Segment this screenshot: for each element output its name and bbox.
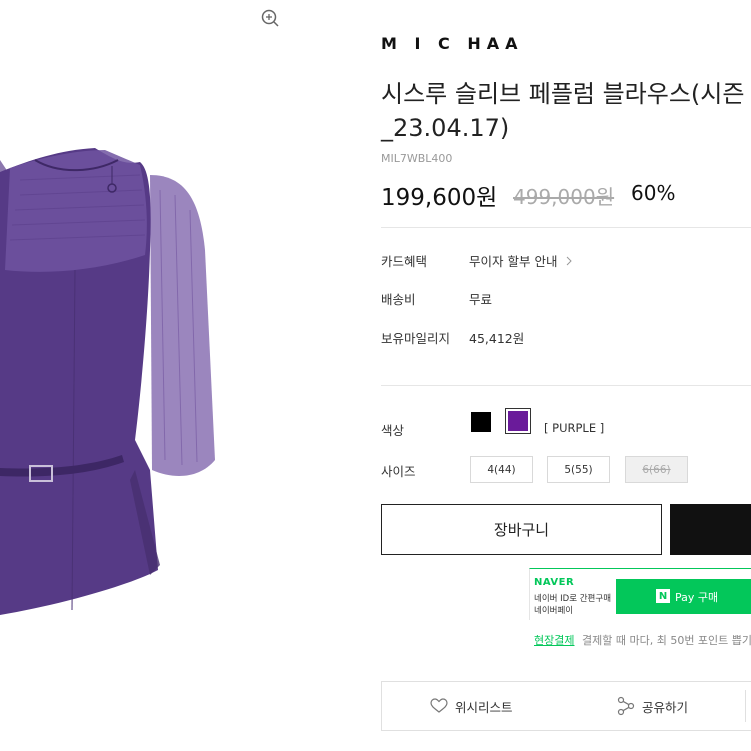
original-price: 499,000원 [513, 185, 615, 209]
add-to-cart-button[interactable]: 장바구니 [381, 504, 662, 555]
action-divider [745, 690, 746, 722]
product-title: 시스루 슬리브 페플럼 블라우스(시즌 [381, 80, 745, 108]
divider [381, 385, 751, 386]
share-label: 공유하기 [642, 699, 689, 715]
color-swatch-black[interactable] [471, 412, 491, 432]
mileage-label: 보유마일리지 [381, 331, 451, 346]
color-swatch-purple[interactable] [505, 408, 531, 434]
shipping-value: 무료 [469, 292, 493, 307]
size-option-55[interactable]: 5(55) [547, 456, 610, 483]
size-option-44[interactable]: 4(44) [470, 456, 533, 483]
discount-rate: 60% [631, 181, 676, 205]
naver-pay-name: 네이버페이 [534, 606, 574, 616]
installment-info-text: 무이자 할부 안내 [469, 254, 558, 269]
zoom-in-icon[interactable] [258, 6, 282, 30]
naver-point-text: 결제할 때 마다, 최 50번 포인트 쁩기 [582, 634, 751, 647]
brand-name[interactable]: M I C HAA [381, 34, 523, 53]
shipping-label: 배송비 [381, 292, 416, 307]
naver-point-link[interactable]: 현장결제 [534, 632, 574, 648]
size-label: 사이즈 [381, 464, 416, 479]
product-image [0, 0, 360, 751]
card-benefit-label: 카드혜택 [381, 254, 428, 269]
buy-now-button[interactable] [670, 504, 751, 555]
share-button[interactable]: 공유하기 [617, 682, 688, 730]
divider [381, 227, 751, 228]
naver-desc: 네이버 ID로 간편구매 [534, 594, 612, 604]
wishlist-button[interactable]: 위시리스트 [430, 682, 513, 730]
color-label: 색상 [381, 423, 405, 438]
sale-price: 199,600원 [381, 185, 498, 211]
blouse-illustration [0, 148, 215, 615]
heart-icon [430, 698, 448, 713]
chevron-right-icon [567, 256, 573, 266]
model-code: MIL7WBL400 [381, 152, 453, 165]
purple-swatch-fill [508, 411, 528, 431]
naver-logo: NAVER [534, 577, 575, 588]
selected-color-text: [ PURPLE ] [544, 421, 605, 435]
naver-pay-label: Pay 구매 [675, 591, 719, 604]
installment-info-link[interactable]: 무이자 할부 안내 [469, 251, 574, 270]
naver-n-icon: N [656, 589, 670, 603]
size-option-66-soldout: 6(66) [625, 456, 688, 483]
wishlist-label: 위시리스트 [455, 699, 513, 715]
mileage-value: 45,412원 [469, 331, 525, 346]
product-title-continued: _23.04.17) [381, 114, 510, 142]
share-icon [617, 696, 635, 716]
